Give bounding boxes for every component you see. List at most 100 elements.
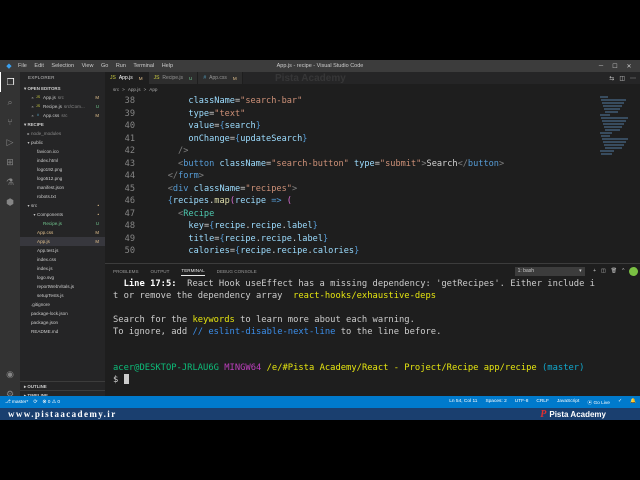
- open-editor-path: src: [57, 95, 64, 100]
- file-tree-item[interactable]: favicon.ico: [20, 147, 105, 156]
- file-tree-label: README.md: [31, 329, 59, 334]
- open-editor-item[interactable]: × JS App.js src M: [20, 93, 105, 102]
- status-item[interactable]: ⎇ master*: [5, 400, 28, 405]
- panel-tab-debug-console[interactable]: DEBUG CONSOLE: [217, 267, 257, 276]
- terminal-select[interactable]: 1: bash: [514, 266, 585, 276]
- file-tree-item[interactable]: robots.txt: [20, 192, 105, 201]
- testing-icon[interactable]: ⚗: [0, 172, 20, 192]
- js-file-icon: JS: [35, 95, 41, 99]
- open-editor-path: src: [61, 113, 68, 118]
- menu-run[interactable]: Run: [116, 63, 126, 69]
- tab-recipe-js[interactable]: JS Recipe.js U: [148, 72, 199, 84]
- menu-bar: File Edit Selection View Go Run Terminal…: [18, 63, 179, 69]
- run-debug-icon[interactable]: ▷: [0, 132, 20, 152]
- file-tree-item[interactable]: ▾ src •: [20, 201, 105, 210]
- file-tree-item[interactable]: logo.svg: [20, 273, 105, 282]
- panel-tab-output[interactable]: OUTPUT: [151, 267, 170, 276]
- minimap[interactable]: [600, 96, 630, 256]
- file-tree-item[interactable]: package.json: [20, 318, 105, 327]
- terminal-line: $: [113, 374, 640, 386]
- file-tree-item[interactable]: reportWebVitals.js: [20, 282, 105, 291]
- file-tree-item[interactable]: manifest.json: [20, 183, 105, 192]
- source-control-icon[interactable]: ⑂: [0, 112, 20, 132]
- css-file-icon: #: [203, 75, 207, 81]
- account-icon[interactable]: ◉: [0, 364, 20, 384]
- open-editors-section[interactable]: ▾ OPEN EDITORS: [20, 84, 105, 93]
- line-number: 49: [124, 233, 135, 244]
- file-tree-item[interactable]: package-lock.json: [20, 309, 105, 318]
- file-tree-item[interactable]: ▾ Components •: [20, 210, 105, 219]
- extensions-icon[interactable]: ⊞: [0, 152, 20, 172]
- menu-terminal[interactable]: Terminal: [133, 63, 154, 69]
- split-terminal-icon[interactable]: ◫: [601, 268, 606, 274]
- file-tree-item[interactable]: Recipe.js U: [20, 219, 105, 228]
- file-tree-item[interactable]: logo512.png: [20, 174, 105, 183]
- file-tree-item[interactable]: index.js: [20, 264, 105, 273]
- project-section[interactable]: ▾ RECIPE: [20, 120, 105, 129]
- minimize-icon[interactable]: ─: [594, 63, 608, 69]
- file-tree-item[interactable]: README.md: [20, 327, 105, 336]
- sidebar-section-outline[interactable]: ▸ OUTLINE: [20, 381, 105, 390]
- status-item[interactable]: Ln 54, Col 11: [449, 399, 477, 406]
- npm-icon[interactable]: ⬢: [0, 192, 20, 212]
- code-editor[interactable]: 38 className="search-bar" 39 type="text" 4…: [105, 96, 600, 256]
- git-status-badge: M: [95, 230, 99, 235]
- tab-app-js[interactable]: JS App.js M: [105, 72, 149, 84]
- open-editor-item[interactable]: × JS Recipe.js src\Com... U: [20, 102, 105, 111]
- status-item[interactable]: ✓: [618, 399, 622, 406]
- compare-icon[interactable]: ⇆: [609, 75, 614, 82]
- more-actions-icon[interactable]: ⋯: [630, 75, 636, 82]
- menu-selection[interactable]: Selection: [51, 63, 74, 69]
- status-item[interactable]: ⟳: [33, 400, 37, 405]
- editor-scrollbar[interactable]: [632, 96, 640, 256]
- menu-edit[interactable]: Edit: [34, 63, 43, 69]
- tab-app-css[interactable]: # App.css M: [198, 72, 243, 84]
- panel-tab-terminal[interactable]: TERMINAL: [181, 266, 205, 276]
- file-tree-label: package-lock.json: [31, 311, 68, 316]
- kill-terminal-icon[interactable]: 🗑: [611, 268, 617, 274]
- status-item[interactable]: ⦿ Go Live: [587, 399, 610, 406]
- file-tree-item[interactable]: App.css M: [20, 228, 105, 237]
- new-terminal-icon[interactable]: +: [593, 268, 596, 274]
- file-tree-item[interactable]: index.css: [20, 255, 105, 264]
- breadcrumb-symbol[interactable]: App: [149, 87, 157, 92]
- split-editor-icon[interactable]: ◫: [619, 75, 625, 82]
- open-editor-name: App.js: [43, 95, 56, 100]
- close-icon[interactable]: ✕: [622, 63, 636, 70]
- maximize-icon[interactable]: ☐: [608, 63, 622, 70]
- terminal-cursor: [123, 374, 129, 384]
- file-tree-item[interactable]: App.test.js: [20, 246, 105, 255]
- file-tree-item[interactable]: App.js M: [20, 237, 105, 246]
- panel-tab-problems[interactable]: PROBLEMS: [113, 267, 139, 276]
- open-editor-item[interactable]: × # App.css src M: [20, 111, 105, 120]
- status-item[interactable]: Spaces: 2: [485, 399, 506, 406]
- menu-view[interactable]: View: [82, 63, 94, 69]
- line-number: 38: [124, 96, 135, 106]
- menu-file[interactable]: File: [18, 63, 27, 69]
- vscode-window: ◆ File Edit Selection View Go Run Termin…: [0, 60, 640, 420]
- window-controls: ─ ☐ ✕: [594, 60, 636, 72]
- explorer-icon[interactable]: ❐: [0, 72, 20, 92]
- file-tree-label: src: [31, 203, 38, 208]
- status-item[interactable]: JavaScript: [557, 399, 579, 406]
- breadcrumb-file[interactable]: App.js: [128, 87, 141, 92]
- status-item[interactable]: CRLF: [536, 399, 549, 406]
- file-tree-item[interactable]: ▾ public: [20, 138, 105, 147]
- code-line: title={recipe.recipe.label}: [188, 233, 329, 244]
- terminal-output[interactable]: Line 17:5: React Hook useEffect has a mi…: [105, 278, 640, 386]
- breadcrumb-src[interactable]: src: [113, 87, 119, 92]
- menu-go[interactable]: Go: [101, 63, 108, 69]
- tab-label: App.js: [118, 75, 133, 81]
- status-item[interactable]: UTF-8: [515, 399, 529, 406]
- git-status-badge: M: [95, 239, 99, 244]
- search-icon[interactable]: ⌕: [0, 92, 20, 112]
- file-tree-item[interactable]: ▸ node_modules: [20, 129, 105, 138]
- file-tree-item[interactable]: index.html: [20, 156, 105, 165]
- file-tree-item[interactable]: setupTests.js: [20, 291, 105, 300]
- menu-help[interactable]: Help: [162, 63, 173, 69]
- file-tree-item[interactable]: logo192.png: [20, 165, 105, 174]
- maximize-panel-icon[interactable]: ^: [622, 268, 624, 274]
- status-item[interactable]: ⊗ 0 ⚠ 0: [42, 400, 60, 405]
- status-item[interactable]: 🔔: [630, 399, 636, 406]
- file-tree-item[interactable]: .gitignore: [20, 300, 105, 309]
